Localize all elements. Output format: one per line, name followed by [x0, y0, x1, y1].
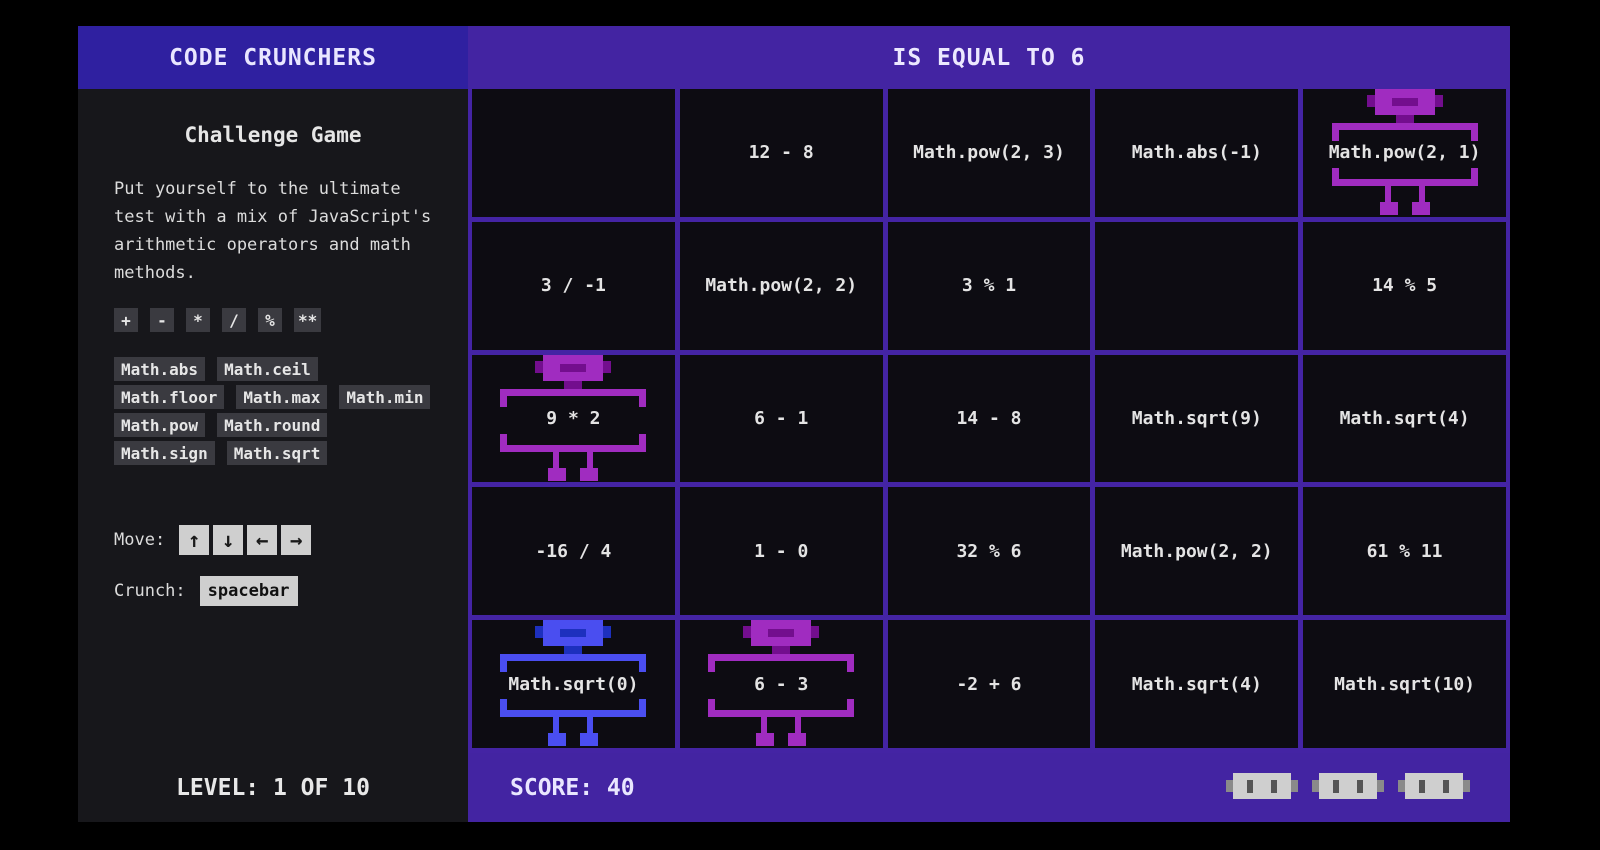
- math-method-chip: Math.min: [339, 385, 431, 409]
- math-method-chip: Math.abs: [114, 357, 206, 381]
- cell-expression: Math.sqrt(9): [1131, 407, 1262, 429]
- cell-expression: 12 - 8: [748, 142, 814, 164]
- board-cell[interactable]: 14 - 8: [887, 354, 1091, 483]
- challenge-heading: Challenge Game: [184, 123, 362, 147]
- cell-expression: Math.pow(2, 2): [705, 275, 858, 297]
- math-method-chip: Math.floor: [114, 385, 225, 409]
- level-indicator: LEVEL: 1 OF 10: [78, 753, 468, 822]
- cell-expression: -2 + 6: [956, 673, 1022, 695]
- cell-expression: Math.pow(2, 2): [1120, 540, 1273, 562]
- lives-indicator: [1226, 771, 1470, 801]
- cell-expression: 1 - 0: [754, 540, 809, 562]
- cell-expression: 6 - 3: [754, 673, 809, 695]
- board-cell[interactable]: 32 % 6: [887, 487, 1091, 616]
- board-cell[interactable]: 1 - 0: [679, 487, 883, 616]
- cell-expression: 6 - 1: [754, 407, 809, 429]
- move-label: Move:: [114, 530, 166, 550]
- board-cell[interactable]: 9 * 2: [472, 354, 675, 483]
- instructions-panel: Challenge Game Put yourself to the ultim…: [78, 89, 468, 753]
- cell-expression: 32 % 6: [956, 540, 1022, 562]
- cell-expression: 14 - 8: [956, 407, 1022, 429]
- cell-expression: Math.abs(-1): [1131, 142, 1262, 164]
- life-robot-head-icon: [1398, 773, 1470, 799]
- arrow-up-icon: ↑: [179, 525, 210, 555]
- board-cell[interactable]: 14 % 5: [1303, 221, 1506, 350]
- board-cell[interactable]: -16 / 4: [472, 487, 675, 616]
- math-method-chip: Math.max: [236, 385, 328, 409]
- operator-chip: %: [258, 308, 282, 332]
- score-display: SCORE: 40: [510, 774, 635, 801]
- arrow-keys: ↑ ↓ ← →: [175, 525, 312, 555]
- board-cell[interactable]: 61 % 11: [1303, 487, 1506, 616]
- arrow-right-icon: →: [281, 525, 312, 555]
- board-cell[interactable]: 3 / -1: [472, 221, 675, 350]
- math-method-chip: Math.sign: [114, 441, 215, 465]
- board-cell[interactable]: Math.pow(2, 1): [1303, 88, 1506, 217]
- board-cell[interactable]: Math.pow(2, 3): [887, 89, 1091, 217]
- math-method-chip: Math.ceil: [217, 357, 318, 381]
- math-method-list: Math.abs Math.ceil Math.floor Math.max Math.…: [114, 357, 434, 465]
- math-method-chip: Math.sqrt: [226, 441, 328, 465]
- cell-expression: Math.sqrt(4): [1131, 673, 1262, 695]
- math-method-chip: Math.pow: [114, 413, 206, 437]
- math-method-chip: Math.round: [217, 413, 328, 437]
- cell-expression: Math.sqrt(10): [1334, 673, 1476, 695]
- cell-expression: 14 % 5: [1372, 275, 1438, 297]
- board-cell[interactable]: [472, 89, 675, 217]
- cell-expression: 61 % 11: [1366, 540, 1443, 562]
- cell-expression: Math.sqrt(0): [508, 673, 639, 695]
- cell-expression: -16 / 4: [535, 540, 612, 562]
- board-cell[interactable]: [1095, 221, 1299, 350]
- board-cell[interactable]: Math.pow(2, 2): [679, 221, 883, 350]
- challenge-description: Put yourself to the ultimate test with a…: [114, 179, 432, 283]
- move-controls: Move: ↑ ↓ ← →: [114, 525, 312, 555]
- crunch-label: Crunch:: [114, 581, 186, 601]
- operator-chip: -: [150, 308, 174, 332]
- board-cell[interactable]: Math.sqrt(4): [1095, 620, 1299, 748]
- arrow-left-icon: ←: [247, 525, 278, 555]
- cell-expression: 9 * 2: [546, 407, 601, 429]
- operator-chip: **: [294, 308, 322, 332]
- score-bar: SCORE: 40: [468, 753, 1510, 822]
- spacebar-key: spacebar: [199, 576, 298, 606]
- operator-chip: +: [114, 308, 138, 332]
- crunch-controls: Crunch: spacebar: [114, 576, 298, 606]
- operator-list: + - * /% **: [114, 308, 322, 332]
- board-cell[interactable]: Math.sqrt(9): [1095, 354, 1299, 483]
- arrow-down-icon: ↓: [213, 525, 244, 555]
- operator-chip: *: [186, 308, 210, 332]
- cell-expression: 3 % 1: [961, 275, 1017, 297]
- board-cell[interactable]: 6 - 3: [679, 620, 883, 748]
- board-cell[interactable]: Math.sqrt(0): [472, 620, 675, 748]
- cell-expression: Math.pow(2, 1): [1328, 142, 1481, 164]
- cell-expression: Math.sqrt(4): [1339, 407, 1470, 429]
- board-cell[interactable]: Math.abs(-1): [1095, 89, 1299, 217]
- board-cell[interactable]: 3 % 1: [887, 221, 1091, 350]
- board-cell[interactable]: -2 + 6: [887, 620, 1091, 748]
- board-cell[interactable]: 6 - 1: [679, 354, 883, 483]
- cell-expression: 3 / -1: [540, 275, 606, 297]
- target-header: IS EQUAL TO 6: [468, 26, 1510, 89]
- life-robot-head-icon: [1226, 773, 1298, 799]
- game-title: CODE CRUNCHERS: [78, 26, 468, 89]
- cell-expression: Math.pow(2, 3): [913, 142, 1065, 164]
- life-robot-head-icon: [1312, 773, 1384, 799]
- board-cell[interactable]: Math.sqrt(10): [1303, 620, 1506, 748]
- board-cell[interactable]: Math.sqrt(4): [1303, 354, 1506, 483]
- board-cell[interactable]: Math.pow(2, 2): [1095, 487, 1299, 616]
- board-cell[interactable]: 12 - 8: [679, 89, 883, 217]
- game-window: CODE CRUNCHERS IS EQUAL TO 6 Challenge G…: [78, 26, 1510, 822]
- game-board[interactable]: 12 - 8 Math.pow(2, 3) Math.abs(-1) Math.pow…: [468, 88, 1510, 753]
- operator-chip: /: [222, 308, 246, 332]
